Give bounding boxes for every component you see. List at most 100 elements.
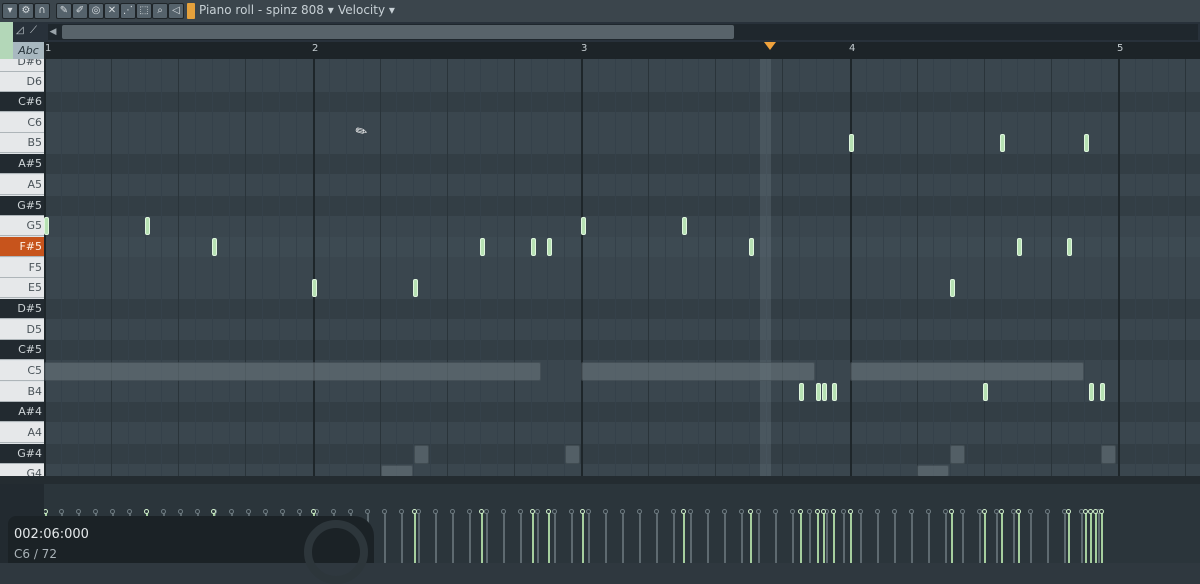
velocity-handle[interactable] (331, 509, 336, 514)
velocity-handle[interactable] (1028, 509, 1033, 514)
velocity-handle[interactable] (552, 509, 557, 514)
velocity-handle[interactable] (790, 509, 795, 514)
velocity-stem[interactable] (452, 513, 454, 563)
velocity-handle[interactable] (229, 509, 234, 514)
velocity-handle[interactable] (246, 509, 251, 514)
velocity-stem[interactable] (481, 513, 483, 563)
velocity-stem[interactable] (792, 513, 794, 563)
velocity-handle[interactable] (44, 509, 48, 514)
velocity-stem[interactable] (486, 513, 488, 563)
key-c6[interactable]: C6 (0, 113, 44, 133)
velocity-handle[interactable] (756, 509, 761, 514)
velocity-handle[interactable] (586, 509, 591, 514)
velocity-stem[interactable] (582, 513, 584, 563)
velocity-handle[interactable] (76, 509, 81, 514)
velocity-stem[interactable] (418, 513, 420, 563)
velocity-stem[interactable] (823, 513, 825, 563)
velocity-stem[interactable] (1047, 513, 1049, 563)
note[interactable] (1067, 238, 1072, 256)
velocity-handle[interactable] (127, 509, 132, 514)
key-b4[interactable]: B4 (0, 382, 44, 402)
zoom-icon[interactable]: ⌕ (152, 3, 168, 19)
velocity-handle[interactable] (479, 509, 484, 514)
velocity-stem[interactable] (690, 513, 692, 563)
velocity-handle[interactable] (399, 509, 404, 514)
velocity-handle[interactable] (603, 509, 608, 514)
velocity-stem[interactable] (996, 513, 998, 563)
key-d6[interactable]: D6 (0, 72, 44, 92)
note[interactable] (212, 238, 217, 256)
velocity-handle[interactable] (484, 509, 489, 514)
velocity-stem[interactable] (503, 513, 505, 563)
velocity-stem[interactable] (1090, 513, 1092, 563)
pencil-icon[interactable]: ✎ (56, 3, 72, 19)
timeline-ruler[interactable]: 1 2 3 4 5 (44, 42, 1200, 60)
note[interactable] (832, 383, 837, 401)
menu-arrow-icon[interactable]: ▾ (2, 3, 18, 19)
tool-label[interactable]: Abc (13, 42, 44, 59)
velocity-handle[interactable] (348, 509, 353, 514)
velocity-handle[interactable] (433, 509, 438, 514)
velocity-handle[interactable] (858, 509, 863, 514)
velocity-handle[interactable] (518, 509, 523, 514)
playback-icon[interactable]: ◁ (168, 3, 184, 19)
velocity-stem[interactable] (911, 513, 913, 563)
velocity-stem[interactable] (656, 513, 658, 563)
velocity-stem[interactable] (1001, 513, 1003, 563)
velocity-stem[interactable] (622, 513, 624, 563)
note[interactable] (480, 238, 485, 256)
velocity-handle[interactable] (530, 509, 535, 514)
note[interactable] (983, 383, 988, 401)
note[interactable] (547, 238, 552, 256)
velocity-handle[interactable] (949, 509, 954, 514)
velocity-handle[interactable] (773, 509, 778, 514)
key-a4[interactable]: A4 (0, 423, 44, 443)
note[interactable] (44, 217, 49, 235)
note[interactable] (1089, 383, 1094, 401)
velocity-stem[interactable] (588, 513, 590, 563)
velocity-stem[interactable] (945, 513, 947, 563)
velocity-handle[interactable] (59, 509, 64, 514)
velocity-stem[interactable] (639, 513, 641, 563)
key-d-sharp-6[interactable]: D#6 (0, 59, 44, 72)
scrollbar-thumb[interactable] (62, 25, 734, 39)
velocity-handle[interactable] (807, 509, 812, 514)
velocity-stem[interactable] (1018, 513, 1020, 563)
velocity-handle[interactable] (297, 509, 302, 514)
velocity-stem[interactable] (520, 513, 522, 563)
velocity-handle[interactable] (892, 509, 897, 514)
velocity-handle[interactable] (739, 509, 744, 514)
velocity-stem[interactable] (1081, 513, 1083, 563)
velocity-handle[interactable] (671, 509, 676, 514)
velocity-stem[interactable] (843, 513, 845, 563)
velocity-handle[interactable] (821, 509, 826, 514)
velocity-stem[interactable] (800, 513, 802, 563)
scroll-left-icon[interactable]: ◀ (46, 25, 60, 39)
velocity-stem[interactable] (1068, 513, 1070, 563)
key-c-sharp-5[interactable]: C#5 (0, 340, 44, 360)
velocity-stem[interactable] (1098, 513, 1100, 563)
velocity-handle[interactable] (841, 509, 846, 514)
note[interactable] (682, 217, 687, 235)
velocity-handle[interactable] (412, 509, 417, 514)
velocity-stem[interactable] (1030, 513, 1032, 563)
note[interactable] (849, 134, 854, 152)
note[interactable] (799, 383, 804, 401)
note-grid[interactable] (44, 59, 1200, 476)
key-f5[interactable]: F5 (0, 258, 44, 278)
velocity-handle[interactable] (982, 509, 987, 514)
event-mode-selector[interactable]: Velocity ▾ (338, 3, 395, 17)
velocity-handle[interactable] (263, 509, 268, 514)
velocity-stem[interactable] (683, 513, 685, 563)
velocity-handle[interactable] (195, 509, 200, 514)
mute-icon[interactable]: ✕ (104, 3, 120, 19)
note[interactable] (1017, 238, 1022, 256)
key-a-sharp-5[interactable]: A#5 (0, 154, 44, 174)
velocity-stem[interactable] (860, 513, 862, 563)
key-g-sharp-5[interactable]: G#5 (0, 196, 44, 216)
velocity-handle[interactable] (748, 509, 753, 514)
note[interactable] (312, 279, 317, 297)
velocity-stem[interactable] (384, 513, 386, 563)
velocity-handle[interactable] (93, 509, 98, 514)
velocity-handle[interactable] (654, 509, 659, 514)
